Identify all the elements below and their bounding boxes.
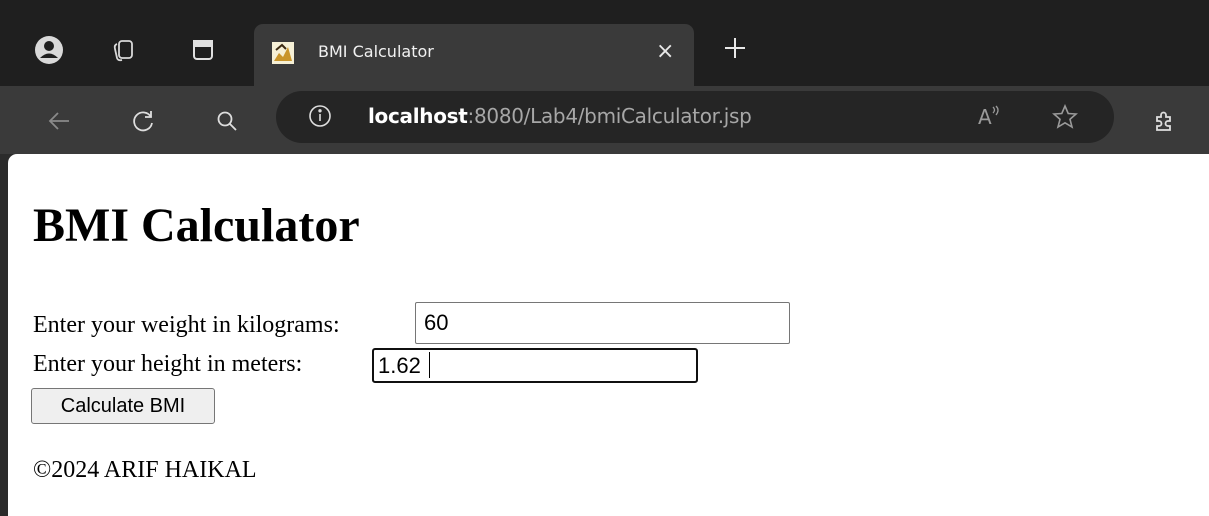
url-text: localhost:8080/Lab4/bmiCalculator.jsp: [368, 104, 752, 128]
close-tab-icon[interactable]: ×: [656, 39, 674, 64]
footer-copyright: ©2024 ARIF HAIKAL: [33, 457, 257, 483]
url-host: localhost: [368, 104, 468, 128]
workspaces-icon[interactable]: [107, 33, 141, 67]
search-icon[interactable]: [210, 104, 244, 138]
text-caret: [429, 352, 430, 378]
refresh-icon[interactable]: [126, 104, 160, 138]
url-path: :8080/Lab4/bmiCalculator.jsp: [467, 104, 752, 128]
site-info-icon[interactable]: [308, 104, 332, 132]
page-content: BMI Calculator Enter your weight in kilo…: [8, 154, 1209, 516]
tab-bmi-calculator[interactable]: BMI Calculator ×: [254, 24, 694, 86]
height-input[interactable]: [372, 348, 698, 383]
read-aloud-icon[interactable]: A: [976, 103, 1006, 131]
back-icon[interactable]: [42, 104, 76, 138]
browser-tab-strip: BMI Calculator ×: [0, 0, 1209, 86]
read-aloud-letter: A: [978, 105, 992, 129]
page-title: BMI Calculator: [33, 199, 360, 252]
calculate-bmi-button[interactable]: Calculate BMI: [31, 388, 215, 424]
extensions-icon[interactable]: [1147, 104, 1181, 138]
favicon-icon: [272, 42, 294, 64]
browser-toolbar: localhost:8080/Lab4/bmiCalculator.jsp A: [0, 86, 1209, 154]
favorite-star-icon[interactable]: [1052, 103, 1078, 134]
weight-label: Enter your weight in kilograms:: [33, 312, 340, 338]
height-label: Enter your height in meters:: [33, 351, 303, 377]
address-bar[interactable]: localhost:8080/Lab4/bmiCalculator.jsp A: [276, 91, 1114, 143]
new-tab-icon[interactable]: [718, 31, 752, 65]
weight-input[interactable]: [415, 302, 790, 344]
profile-icon[interactable]: [32, 33, 66, 67]
tab-actions-icon[interactable]: [186, 33, 220, 67]
tab-title: BMI Calculator: [318, 42, 434, 61]
